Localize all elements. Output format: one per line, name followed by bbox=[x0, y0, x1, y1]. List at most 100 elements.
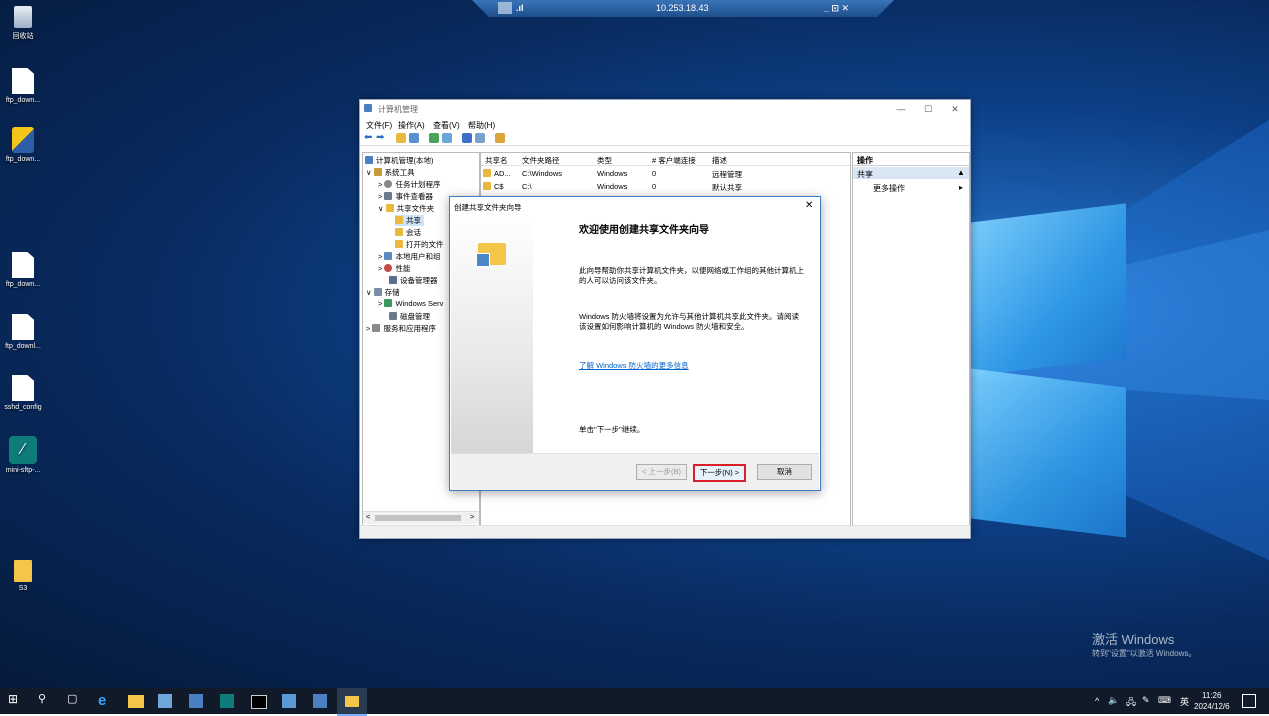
network-icon[interactable]: 🖧 bbox=[1126, 695, 1136, 711]
volume-icon[interactable]: 🔈 bbox=[1108, 695, 1119, 706]
clock-date[interactable]: 2024/12/6 bbox=[1194, 702, 1230, 711]
firewall-info-link[interactable]: 了解 Windows 防火墙的更多信息 bbox=[579, 361, 804, 371]
close-button[interactable]: ✕ bbox=[942, 102, 968, 116]
expand-icon[interactable]: ∨ bbox=[378, 204, 384, 213]
desktop-icon-file[interactable]: ftp_down... bbox=[0, 252, 51, 288]
expand-icon[interactable]: > bbox=[366, 324, 370, 333]
help-icon[interactable] bbox=[462, 133, 472, 143]
network-tool-icon[interactable] bbox=[282, 694, 296, 708]
create-shared-folder-wizard[interactable]: 创建共享文件夹向导 ✕ 欢迎使用创建共享文件夹向导 此向导帮助你共享计算机文件夹… bbox=[449, 196, 821, 491]
expand-icon[interactable]: > bbox=[378, 180, 382, 189]
pen-icon[interactable]: ✎ bbox=[1142, 695, 1150, 706]
tree-item-disk-management[interactable]: 磁盘管理 bbox=[389, 311, 430, 322]
dialog-close-icon[interactable]: ✕ bbox=[805, 200, 813, 211]
column-folder-path[interactable]: 文件夹路径 bbox=[522, 155, 560, 166]
terminal-icon[interactable] bbox=[251, 695, 267, 709]
scroll-right-icon[interactable]: > bbox=[470, 512, 474, 521]
clock-time[interactable]: 11:26 bbox=[1202, 691, 1221, 700]
remote-address: 10.253.18.43 bbox=[656, 3, 709, 13]
menu-file[interactable]: 文件(F) bbox=[366, 120, 392, 131]
tree-item-shared-folders[interactable]: ∨ 共享文件夹 bbox=[378, 203, 434, 214]
desktop-icon-python[interactable]: ftp_down... bbox=[0, 127, 51, 163]
expand-icon[interactable]: ∨ bbox=[366, 288, 372, 297]
expand-icon[interactable]: > bbox=[378, 299, 382, 308]
show-hidden-icons[interactable]: ^ bbox=[1095, 696, 1099, 706]
tree-item-root[interactable]: 计算机管理(本地) bbox=[365, 155, 434, 166]
forward-arrow-icon[interactable]: ➡ bbox=[376, 133, 386, 143]
remote-desktop-icon[interactable] bbox=[189, 694, 203, 708]
start-windows-icon[interactable]: ⊞ bbox=[8, 692, 26, 710]
column-client-connections[interactable]: # 客户端连接 bbox=[652, 155, 696, 166]
expand-icon[interactable]: > bbox=[378, 252, 382, 261]
computer-management-taskbar-icon[interactable] bbox=[313, 694, 327, 708]
tree-item-services-apps[interactable]: > 服务和应用程序 bbox=[366, 323, 436, 334]
menu-action[interactable]: 操作(A) bbox=[398, 120, 425, 131]
input-method-indicator[interactable]: 英 bbox=[1180, 695, 1189, 708]
back-button[interactable]: < 上一步(B) bbox=[636, 464, 687, 480]
tree-horizontal-scrollbar[interactable]: < > bbox=[363, 511, 479, 524]
windows-logo-pane bbox=[970, 203, 1126, 377]
tree-item-open-files[interactable]: 打开的文件 bbox=[395, 239, 444, 250]
tree-item-local-users[interactable]: > 本地用户和组 bbox=[378, 251, 440, 262]
cell-description: 默认共享 bbox=[712, 183, 742, 192]
desktop-icon-recycle-bin[interactable]: 回收站 bbox=[0, 6, 51, 41]
cancel-button[interactable]: 取消 bbox=[757, 464, 812, 480]
search-icon[interactable]: ⚲ bbox=[38, 692, 56, 710]
refresh-icon[interactable] bbox=[429, 133, 439, 143]
column-description[interactable]: 描述 bbox=[712, 155, 727, 166]
collapse-arrow-icon[interactable]: ▲ bbox=[957, 168, 965, 177]
tree-item-performance[interactable]: > 性能 bbox=[378, 263, 410, 274]
desktop-icon-file[interactable]: sshd_config bbox=[0, 375, 51, 411]
desktop-icon-sftp[interactable]: ∕ mini-sftp-... bbox=[0, 436, 51, 474]
column-share-name[interactable]: 共享名 bbox=[485, 155, 508, 166]
show-hide-tree-icon[interactable] bbox=[409, 133, 419, 143]
expand-icon[interactable]: > bbox=[378, 192, 382, 201]
next-button[interactable]: 下一步(N) > bbox=[693, 464, 746, 482]
expand-icon[interactable]: ∨ bbox=[366, 168, 372, 177]
tree-item-event-viewer[interactable]: > 事件查看器 bbox=[378, 191, 433, 202]
tree-label: 事件查看器 bbox=[395, 192, 433, 201]
desktop-icon-folder[interactable]: S3 bbox=[0, 560, 51, 592]
rdp-window-controls[interactable]: _ ⊡ ✕ bbox=[824, 3, 849, 14]
scrollbar-thumb[interactable] bbox=[375, 515, 461, 521]
cell-folder-path: C:\ bbox=[522, 182, 532, 191]
tree-item-task-scheduler[interactable]: > 任务计划程序 bbox=[378, 179, 440, 190]
back-arrow-icon[interactable]: ⬅ bbox=[364, 133, 374, 143]
minimize-button[interactable]: — bbox=[888, 102, 914, 116]
keyboard-icon[interactable]: ⌨ bbox=[1158, 695, 1171, 706]
active-window-taskbar-button[interactable] bbox=[337, 688, 367, 716]
tree-label: 会话 bbox=[406, 228, 421, 237]
task-view-icon[interactable]: ▢ bbox=[67, 692, 85, 710]
table-row[interactable]: AD... C:\Windows Windows 0 远程管理 bbox=[481, 169, 850, 180]
column-type[interactable]: 类型 bbox=[597, 155, 612, 166]
remote-desktop-bar[interactable]: .ıl 10.253.18.43 _ ⊡ ✕ bbox=[472, 0, 894, 17]
menu-help[interactable]: 帮助(H) bbox=[468, 120, 495, 131]
tree-item-sessions[interactable]: 会话 bbox=[395, 227, 421, 238]
file-explorer-icon[interactable] bbox=[128, 695, 144, 708]
desktop-icon-file[interactable]: ftp_downl... bbox=[0, 314, 51, 350]
scroll-left-icon[interactable]: < bbox=[366, 512, 370, 521]
title-bar[interactable]: 计算机管理 — ☐ ✕ bbox=[360, 100, 970, 118]
tree-item-device-manager[interactable]: 设备管理器 bbox=[389, 275, 438, 286]
table-row[interactable]: C$ C:\ Windows 0 默认共享 bbox=[481, 182, 850, 193]
new-share-icon[interactable] bbox=[495, 133, 505, 143]
tree-item-storage[interactable]: ∨ 存储 bbox=[366, 287, 400, 298]
maximize-button[interactable]: ☐ bbox=[915, 102, 941, 116]
tree-item-shares[interactable]: 共享 bbox=[395, 215, 424, 226]
edge-browser-icon[interactable]: e bbox=[98, 692, 116, 710]
server-manager-icon[interactable] bbox=[158, 694, 172, 708]
tree-item-system-tools[interactable]: ∨ 系统工具 bbox=[366, 167, 415, 178]
desktop-icon-file[interactable]: ftp_down... bbox=[0, 68, 51, 104]
pin-icon[interactable] bbox=[498, 2, 512, 14]
notification-center-icon[interactable] bbox=[1242, 694, 1256, 708]
actions-section-shares[interactable]: 共享 ▲ bbox=[853, 167, 969, 179]
expand-icon[interactable]: > bbox=[378, 264, 382, 273]
show-hide-action-pane-icon[interactable] bbox=[475, 133, 485, 143]
tree-item-windows-server-backup[interactable]: > Windows Serv bbox=[378, 299, 443, 308]
up-folder-icon[interactable] bbox=[396, 133, 406, 143]
menu-view[interactable]: 查看(V) bbox=[433, 120, 460, 131]
more-actions-item[interactable]: 更多操作 ▸ bbox=[873, 183, 967, 194]
sftp-app-icon[interactable] bbox=[220, 694, 234, 708]
wizard-heading: 欢迎使用创建共享文件夹向导 bbox=[579, 225, 709, 236]
export-list-icon[interactable] bbox=[442, 133, 452, 143]
